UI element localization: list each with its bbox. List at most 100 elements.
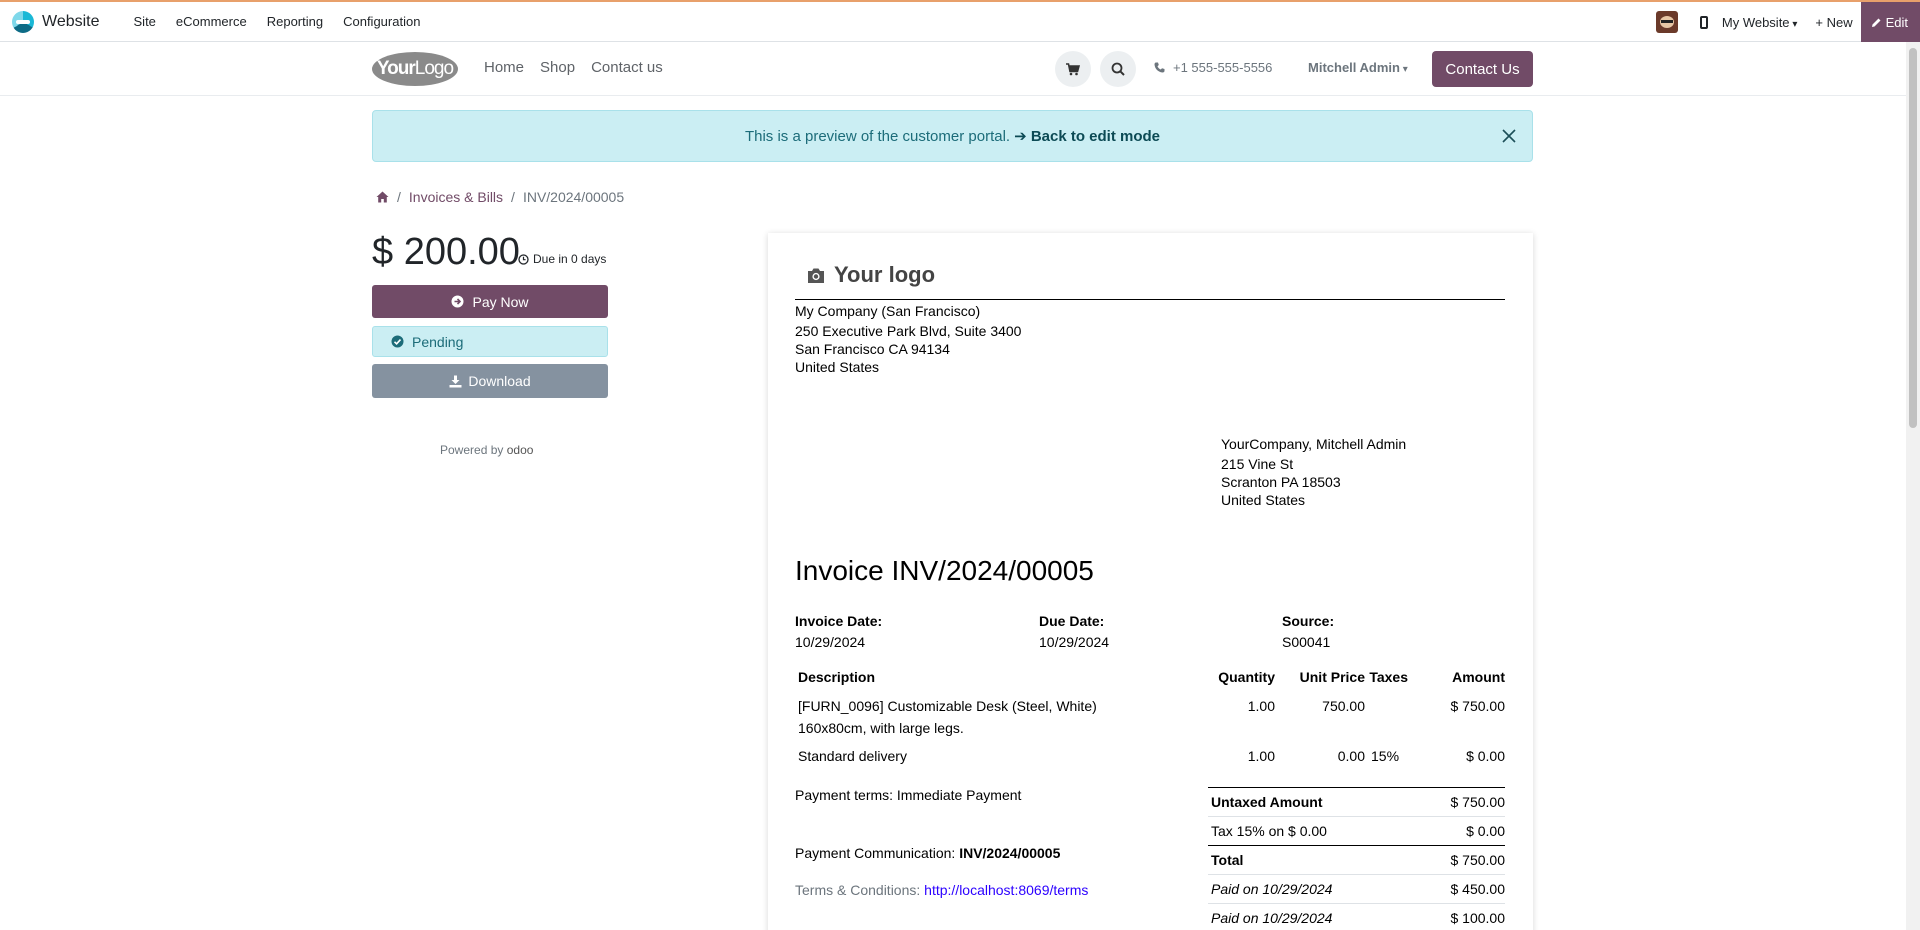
source-block: Source: S00041 <box>1282 611 1334 653</box>
line-description: Standard delivery <box>798 748 907 764</box>
company-city: San Francisco CA 94134 <box>795 341 950 357</box>
app-name: Website <box>42 12 100 30</box>
page-scrollbar[interactable] <box>1906 42 1920 930</box>
invoice-logo-text: Your logo <box>834 262 936 287</box>
untaxed-label: Untaxed Amount <box>1211 794 1323 810</box>
mobile-preview-icon[interactable] <box>1699 15 1708 29</box>
home-icon[interactable] <box>376 191 389 203</box>
payment-terms: Payment terms: Immediate Payment <box>795 787 1022 803</box>
search-button[interactable] <box>1100 51 1136 87</box>
total-value: $ 750.00 <box>1450 852 1506 868</box>
nav-contact-us[interactable]: Contact us <box>589 59 665 76</box>
due-text: Due in 0 days <box>533 252 607 266</box>
new-label: New <box>1826 14 1853 30</box>
untaxed-value: $ 750.00 <box>1450 794 1506 810</box>
breadcrumb: / Invoices & Bills / INV/2024/00005 <box>376 189 624 205</box>
contact-us-button[interactable]: Contact Us <box>1432 51 1533 87</box>
total-row: Total $ 750.00 <box>1208 846 1505 875</box>
invoice-title: Invoice INV/2024/00005 <box>795 555 1094 586</box>
website-app-icon <box>12 10 34 33</box>
payment-row: Paid on 10/29/2024 $ 450.00 <box>1208 875 1505 904</box>
cart-button[interactable] <box>1055 51 1091 87</box>
download-button[interactable]: Download <box>372 364 608 398</box>
breadcrumb-separator: / <box>397 189 401 205</box>
menu-reporting[interactable]: Reporting <box>257 14 333 29</box>
nav-shop[interactable]: Shop <box>538 59 577 76</box>
totals-table: Untaxed Amount $ 750.00 Tax 15% on $ 0.0… <box>1208 787 1505 930</box>
admin-menu: Site eCommerce Reporting Configuration <box>124 14 431 29</box>
user-avatar[interactable] <box>1655 11 1678 33</box>
customer-country: United States <box>1221 492 1306 508</box>
powered-by: Powered by odoo <box>440 443 533 457</box>
arrow-right-icon: ➔ <box>1014 128 1031 145</box>
preview-alert-text: This is a preview of the customer portal… <box>744 127 1011 145</box>
col-amount: Amount <box>1452 669 1505 685</box>
col-unit-price: Unit Price <box>1299 669 1365 685</box>
payment-label: Paid on 10/29/2024 <box>1211 881 1333 897</box>
payment-status-pending: Pending <box>372 326 608 357</box>
payment-communication-value: INV/2024/00005 <box>959 845 1061 861</box>
back-to-edit-link[interactable]: ➔ Back to edit mode <box>1014 127 1160 145</box>
line-description: [FURN_0096] Customizable Desk (Steel, Wh… <box>798 698 1097 714</box>
due-date-value: 10/29/2024 <box>1039 634 1110 650</box>
line-unit-price: 0.00 <box>1337 748 1365 764</box>
odoo-brand-link[interactable]: odoo <box>507 443 534 457</box>
nav-home[interactable]: Home <box>482 59 526 76</box>
site-nav: Home Shop Contact us <box>482 59 665 76</box>
logo-bold: Your <box>376 58 416 79</box>
line-quantity: 1.00 <box>1247 748 1275 764</box>
breadcrumb-invoices[interactable]: Invoices & Bills <box>409 189 503 205</box>
download-icon <box>449 375 462 387</box>
line-unit-price: 750.00 <box>1322 698 1365 714</box>
user-menu[interactable]: Mitchell Admin <box>1308 60 1408 75</box>
admin-navbar: Website Site eCommerce Reporting Configu… <box>0 0 1920 42</box>
invoice-date-label: Invoice Date: <box>795 613 883 629</box>
menu-ecommerce[interactable]: eCommerce <box>166 14 257 29</box>
site-logo[interactable]: Your Logo <box>372 52 458 86</box>
invoice-logo: Your logo <box>806 262 935 288</box>
invoice-date-value: 10/29/2024 <box>795 634 866 650</box>
pencil-icon <box>1871 18 1881 27</box>
terms-and-conditions: Terms & Conditions: http://localhost:806… <box>795 882 1088 898</box>
company-street: 250 Executive Park Blvd, Suite 3400 <box>795 323 1022 339</box>
amount-due: $ 200.00 <box>372 231 520 273</box>
line-quantity: 1.00 <box>1247 698 1275 714</box>
tax-label: Tax 15% on $ 0.00 <box>1211 823 1327 839</box>
customer-city: Scranton PA 18503 <box>1221 474 1341 490</box>
new-button[interactable]: + New <box>1815 15 1852 30</box>
source-value: S00041 <box>1282 634 1331 650</box>
untaxed-row: Untaxed Amount $ 750.00 <box>1208 788 1505 817</box>
phone-icon <box>1154 62 1165 73</box>
phone-link[interactable]: +1 555-555-5556 <box>1154 60 1272 75</box>
logo-light: Logo <box>414 58 454 79</box>
edit-label: Edit <box>1885 14 1908 30</box>
website-switcher[interactable]: My Website <box>1722 15 1797 30</box>
header-rule <box>795 299 1505 300</box>
payment-communication: Payment Communication: INV/2024/00005 <box>795 845 1060 861</box>
download-label: Download <box>468 373 531 389</box>
payment-row: Paid on 10/29/2024 $ 100.00 <box>1208 904 1505 930</box>
line-amount: $ 750.00 <box>1450 698 1506 714</box>
clock-icon <box>518 253 529 265</box>
menu-configuration[interactable]: Configuration <box>333 14 430 29</box>
due-date-block: Due Date: 10/29/2024 <box>1039 611 1109 653</box>
app-brand[interactable]: Website <box>12 10 100 33</box>
powered-by-label: Powered by <box>440 443 504 457</box>
plus-icon: + <box>1815 14 1827 30</box>
col-taxes: Taxes <box>1369 669 1408 685</box>
edit-button[interactable]: Edit <box>1860 2 1920 42</box>
source-label: Source: <box>1282 613 1335 629</box>
terms-link[interactable]: http://localhost:8069/terms <box>924 882 1088 898</box>
payment-value: $ 450.00 <box>1450 881 1506 897</box>
line-description-detail: 160x80cm, with large legs. <box>798 720 964 736</box>
payment-value: $ 100.00 <box>1450 910 1506 926</box>
pay-now-button[interactable]: Pay Now <box>372 285 608 318</box>
scrollbar-thumb[interactable] <box>1909 48 1917 428</box>
phone-number: +1 555-555-5556 <box>1173 60 1273 75</box>
menu-site[interactable]: Site <box>124 14 166 29</box>
tax-value: $ 0.00 <box>1466 823 1505 839</box>
payment-communication-label: Payment Communication: <box>795 845 956 861</box>
close-icon[interactable] <box>1498 125 1520 147</box>
invoice-document: Your logo My Company (San Francisco) 250… <box>768 233 1533 930</box>
arrow-circle-right-icon <box>451 295 464 308</box>
